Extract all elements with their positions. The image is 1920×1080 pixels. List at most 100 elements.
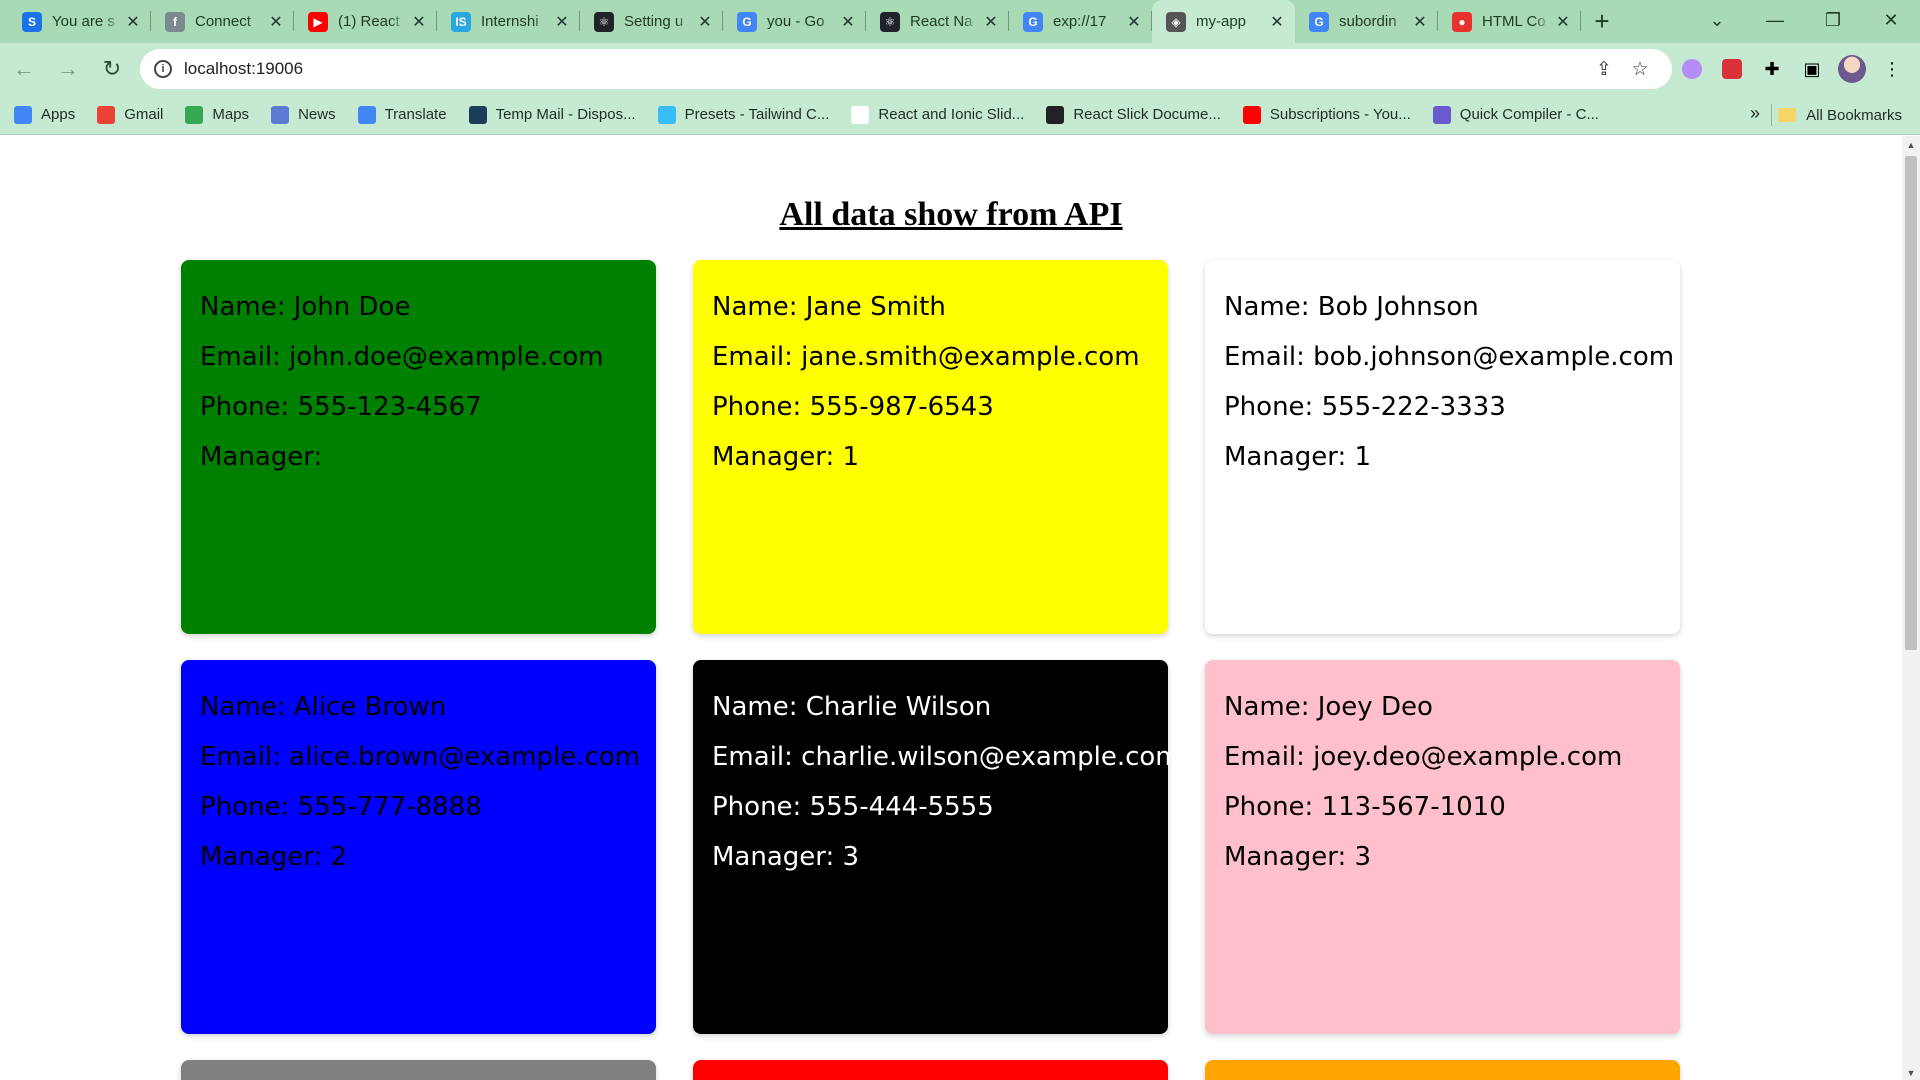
url-text[interactable]: localhost:19006 <box>184 59 1586 79</box>
apps-grid-icon <box>14 105 32 124</box>
tab-5[interactable]: Gyou - Go ✕ <box>723 0 866 43</box>
close-tab-icon[interactable]: ✕ <box>840 12 856 32</box>
user-phone: Phone: 555-123-4567 <box>200 392 482 422</box>
page-viewport: All data show from API Name: John Doe Ema… <box>0 136 1902 1080</box>
user-name: Name: Jane Smith <box>712 292 946 322</box>
bookmark-item[interactable]: Presets - Tailwind C... <box>657 105 829 124</box>
tab-title: Setting u <box>624 13 684 30</box>
tab-9[interactable]: Gsubordin ✕ <box>1295 0 1438 43</box>
all-bookmarks-label: All Bookmarks <box>1806 106 1902 124</box>
user-email: Email: joey.deo@example.com <box>1224 742 1623 772</box>
browser-toolbar: ← → ↻ i localhost:19006 ⇪ ☆ ✚ ▣ ⋮ <box>0 43 1920 95</box>
bookmarks-bar: Apps Gmail Maps News Translate Temp Mail - Di… <box>0 95 1920 135</box>
tab-search-icon[interactable]: ⌄ <box>1688 10 1746 31</box>
all-bookmarks-button[interactable]: All Bookmarks <box>1778 95 1902 135</box>
bookmark-label: Subscriptions - You... <box>1269 106 1411 123</box>
side-panel-button[interactable]: ▣ <box>1792 49 1832 89</box>
tab-0[interactable]: S You are s ✕ <box>8 0 151 43</box>
bookmark-item[interactable]: Temp Mail - Dispos... <box>468 105 636 124</box>
close-tab-icon[interactable]: ✕ <box>697 12 713 32</box>
scrollbar-thumb[interactable] <box>1905 156 1917 650</box>
close-tab-icon[interactable]: ✕ <box>1555 12 1571 32</box>
site-info-icon[interactable]: i <box>154 60 172 78</box>
user-card <box>181 1060 656 1080</box>
tab-8[interactable]: ◈ my-app ✕ <box>1152 0 1295 43</box>
tab-title: my-app <box>1196 13 1247 30</box>
window-controls: ⌄ — ❐ ✕ <box>1688 0 1920 40</box>
gmail-icon <box>97 105 116 124</box>
close-tab-icon[interactable]: ✕ <box>1269 12 1285 32</box>
tab-4[interactable]: ⚛ Setting u ✕ <box>580 0 723 43</box>
tab-6[interactable]: ⚛ React Na ✕ <box>866 0 1009 43</box>
close-tab-icon[interactable]: ✕ <box>1126 12 1142 32</box>
tailwind-icon <box>657 105 676 124</box>
user-email: Email: jane.smith@example.com <box>712 342 1140 372</box>
user-name: Name: Bob Johnson <box>1224 292 1479 322</box>
bookmark-item[interactable]: React Slick Docume... <box>1046 105 1221 124</box>
bookmark-item[interactable]: Translate <box>357 105 447 124</box>
bookmark-item[interactable]: Subscriptions - You... <box>1242 105 1411 124</box>
close-tab-icon[interactable]: ✕ <box>1412 12 1428 32</box>
tab-favicon-icon: S <box>22 11 42 32</box>
user-name: Name: Alice Brown <box>200 692 447 722</box>
page-scrollbar[interactable]: ▲ ▼ <box>1902 136 1920 1080</box>
forward-button[interactable]: → <box>48 49 88 89</box>
reload-button[interactable]: ↻ <box>92 49 132 89</box>
bookmark-item[interactable]: Gmail <box>97 105 163 124</box>
puzzle-icon: ✚ <box>1764 58 1780 79</box>
close-tab-icon[interactable]: ✕ <box>125 12 141 32</box>
tab-title: (1) React <box>338 13 400 30</box>
side-panel-icon: ▣ <box>1803 58 1821 79</box>
extension-2[interactable] <box>1712 49 1752 89</box>
close-tab-icon[interactable]: ✕ <box>268 12 284 32</box>
restore-button[interactable]: ❐ <box>1804 10 1862 31</box>
menu-button[interactable]: ⋮ <box>1872 49 1912 89</box>
tab-10[interactable]: ● HTML Co ✕ <box>1438 0 1581 43</box>
bookmark-item[interactable]: Maps <box>185 105 249 124</box>
tab-2[interactable]: ▶ (1) React ✕ <box>294 0 437 43</box>
reload-icon: ↻ <box>102 56 122 81</box>
forward-arrow-icon: → <box>57 56 79 81</box>
scroll-up-icon[interactable]: ▲ <box>1902 140 1920 150</box>
bookmark-item[interactable]: Apps <box>14 105 75 124</box>
close-tab-icon[interactable]: ✕ <box>411 12 427 32</box>
extension-1[interactable] <box>1672 49 1712 89</box>
tab-title: Connect <box>195 13 251 30</box>
user-email: Email: alice.brown@example.com <box>200 742 641 772</box>
extensions-button[interactable]: ✚ <box>1752 49 1792 89</box>
tab-1[interactable]: f Connect ✕ <box>151 0 294 43</box>
tab-title: exp://17 <box>1053 13 1107 30</box>
user-card <box>693 1060 1168 1080</box>
tab-title: you - Go <box>767 13 825 30</box>
tab-favicon-icon: ▶ <box>308 11 328 32</box>
close-tab-icon[interactable]: ✕ <box>983 12 999 32</box>
tab-title: You are s <box>52 13 115 30</box>
user-phone: Phone: 113-567-1010 <box>1224 792 1506 822</box>
back-button[interactable]: ← <box>4 49 44 89</box>
bookmark-star-icon[interactable]: ☆ <box>1622 58 1658 81</box>
user-email: Email: john.doe@example.com <box>200 342 604 372</box>
scroll-down-icon[interactable]: ▼ <box>1902 1068 1920 1078</box>
profile-button[interactable] <box>1832 49 1872 89</box>
address-bar[interactable]: i localhost:19006 ⇪ ☆ <box>140 49 1672 89</box>
bookmarks-divider <box>1771 104 1772 126</box>
minimize-button[interactable]: — <box>1746 10 1804 31</box>
more-bookmarks-button[interactable]: » <box>1750 103 1760 124</box>
bookmark-item[interactable]: Quick Compiler - C... <box>1432 105 1599 124</box>
tab-3[interactable]: IS Internshi ✕ <box>437 0 580 43</box>
user-manager: Manager: 1 <box>712 442 860 472</box>
bookmark-item[interactable]: News <box>271 105 336 124</box>
user-name: Name: Joey Deo <box>1224 692 1433 722</box>
bookmarks-list: Apps Gmail Maps News Translate Temp Mail - Di… <box>14 105 1621 124</box>
tab-favicon-icon: G <box>1023 11 1043 32</box>
bookmark-item[interactable]: React and Ionic Slid... <box>851 105 1024 124</box>
share-icon[interactable]: ⇪ <box>1586 58 1622 81</box>
user-manager: Manager: <box>200 442 323 472</box>
tab-7[interactable]: Gexp://17 ✕ <box>1009 0 1152 43</box>
new-tab-button[interactable]: + <box>1581 0 1623 43</box>
close-tab-icon[interactable]: ✕ <box>554 12 570 32</box>
close-window-button[interactable]: ✕ <box>1862 10 1920 31</box>
user-phone: Phone: 555-222-3333 <box>1224 392 1506 422</box>
tab-favicon-icon: G <box>1309 11 1329 32</box>
tab-favicon-icon: ⚛ <box>880 11 900 32</box>
